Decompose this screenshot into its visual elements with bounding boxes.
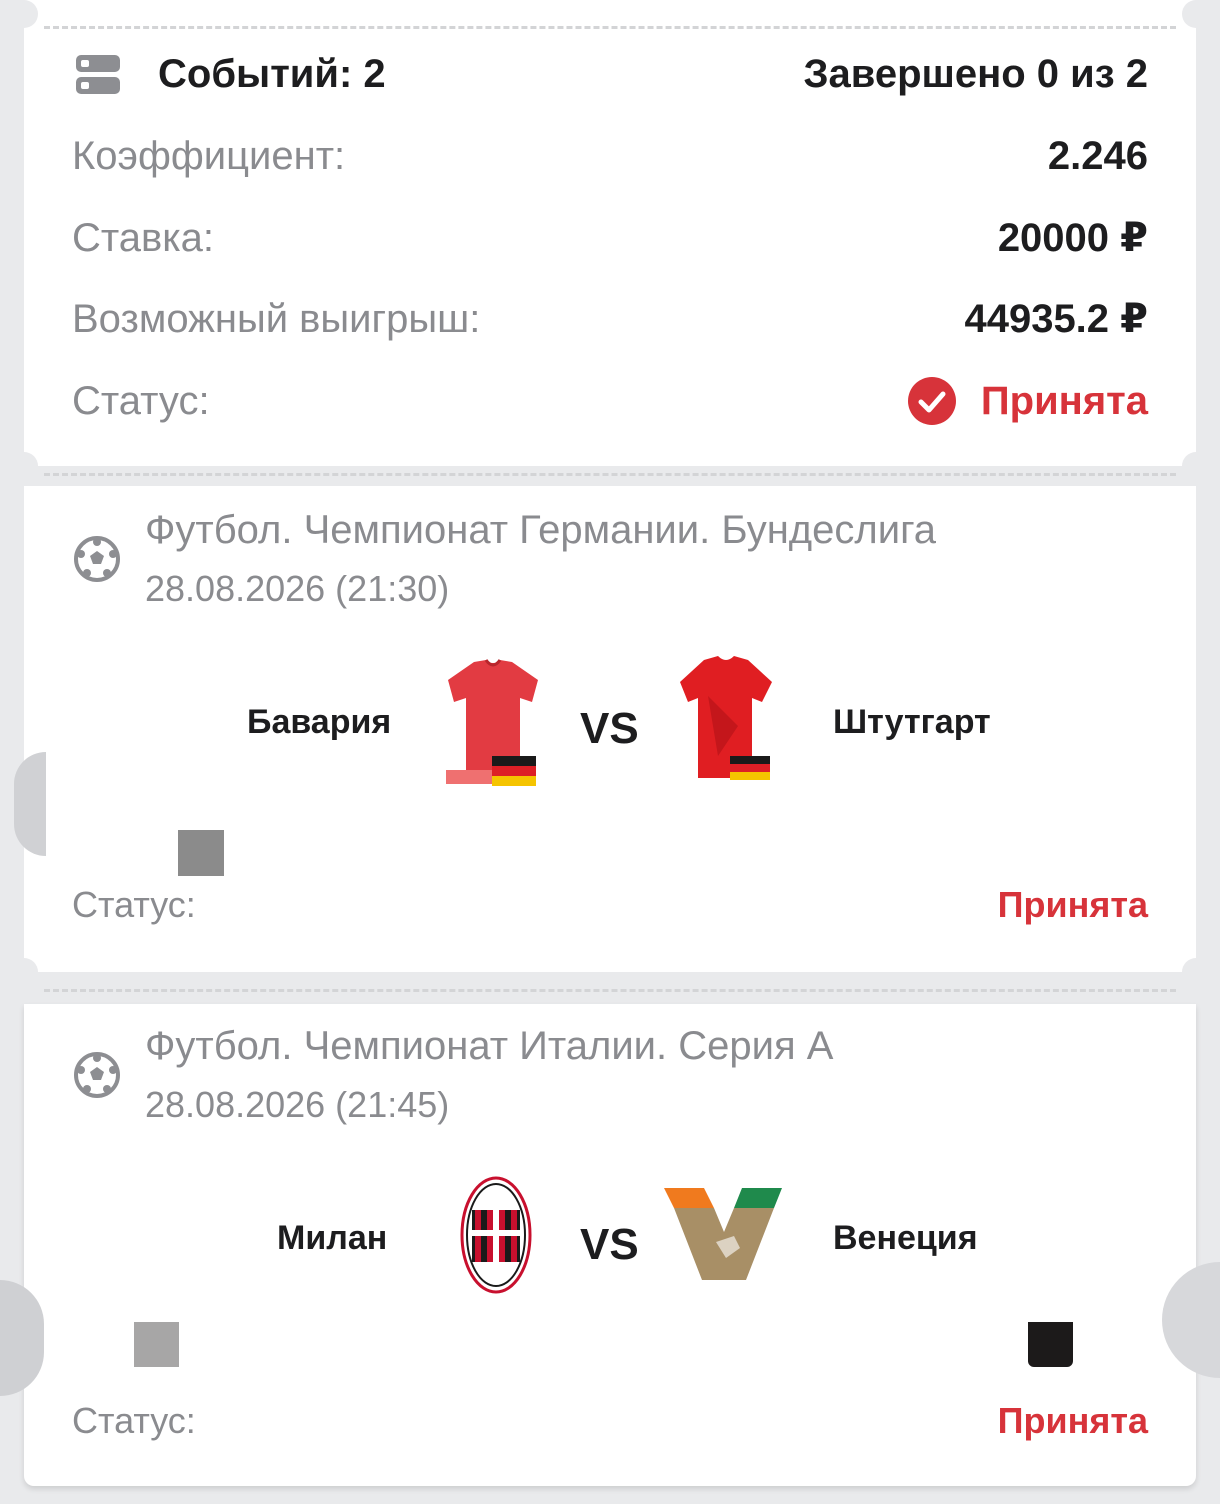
placeholder-square: [134, 1322, 179, 1367]
side-decoration: [14, 752, 46, 856]
win-row: Возможный выигрыш: 44935.2 ₽: [72, 296, 1148, 342]
divider: [44, 473, 1176, 476]
coef-label: Коэффициент:: [72, 134, 346, 178]
league-name: Футбол. Чемпионат Италии. Серия А: [145, 1024, 834, 1068]
event-status-value: Принята: [997, 1400, 1148, 1441]
event-status-label: Статус:: [72, 1400, 196, 1441]
placeholder-square: [178, 830, 224, 876]
event-date: 28.08.2026 (21:45): [145, 1084, 450, 1125]
ticket-notch: [1182, 0, 1210, 28]
completed-count: Завершено 0 из 2: [803, 52, 1148, 96]
home-team-name[interactable]: Бавария: [247, 703, 391, 742]
stake-value: 20000 ₽: [997, 216, 1148, 260]
win-label: Возможный выигрыш:: [72, 296, 481, 341]
check-circle-icon: [907, 377, 956, 425]
divider: [44, 989, 1176, 992]
status-label: Статус:: [72, 378, 210, 423]
vs-label: VS: [580, 1220, 639, 1269]
event-status-value: Принята: [997, 884, 1148, 925]
status-row: Статус: Принята: [72, 376, 1148, 426]
away-team-name[interactable]: Штутгарт: [833, 703, 991, 742]
team-logo-icon: [460, 1176, 532, 1294]
event-status-label: Статус:: [72, 884, 196, 925]
ticket-notch: [10, 958, 38, 986]
stake-label: Ставка:: [72, 215, 214, 260]
ticket-notch: [1182, 452, 1210, 480]
soccer-ball-icon: [74, 536, 120, 582]
coef-row: Коэффициент: 2.246: [72, 134, 1148, 179]
stake-row: Ставка: 20000 ₽: [72, 215, 1148, 261]
divider: [44, 26, 1176, 29]
events-list-icon: [76, 54, 120, 94]
away-team-name[interactable]: Венеция: [833, 1219, 978, 1258]
coef-value: 2.246: [1047, 134, 1148, 178]
ticket-notch: [1182, 958, 1210, 986]
team-logo-icon: [664, 1188, 782, 1280]
win-value: 44935.2 ₽: [964, 297, 1148, 341]
jersey-icon: [680, 656, 772, 780]
vs-label: VS: [580, 704, 639, 753]
home-team-name[interactable]: Милан: [277, 1219, 387, 1258]
status-value: Принята: [980, 378, 1148, 423]
events-count: Событий: 2: [158, 52, 386, 96]
placeholder-square: [1028, 1322, 1073, 1367]
league-name: Футбол. Чемпионат Германии. Бундеслига: [145, 508, 937, 552]
jersey-icon: [446, 659, 538, 786]
ticket-notch: [10, 0, 38, 28]
soccer-ball-icon: [74, 1052, 120, 1098]
event-date: 28.08.2026 (21:30): [145, 568, 450, 609]
summary-header: Событий: 2 Завершено 0 из 2: [72, 52, 1148, 97]
ticket-notch: [10, 452, 38, 480]
